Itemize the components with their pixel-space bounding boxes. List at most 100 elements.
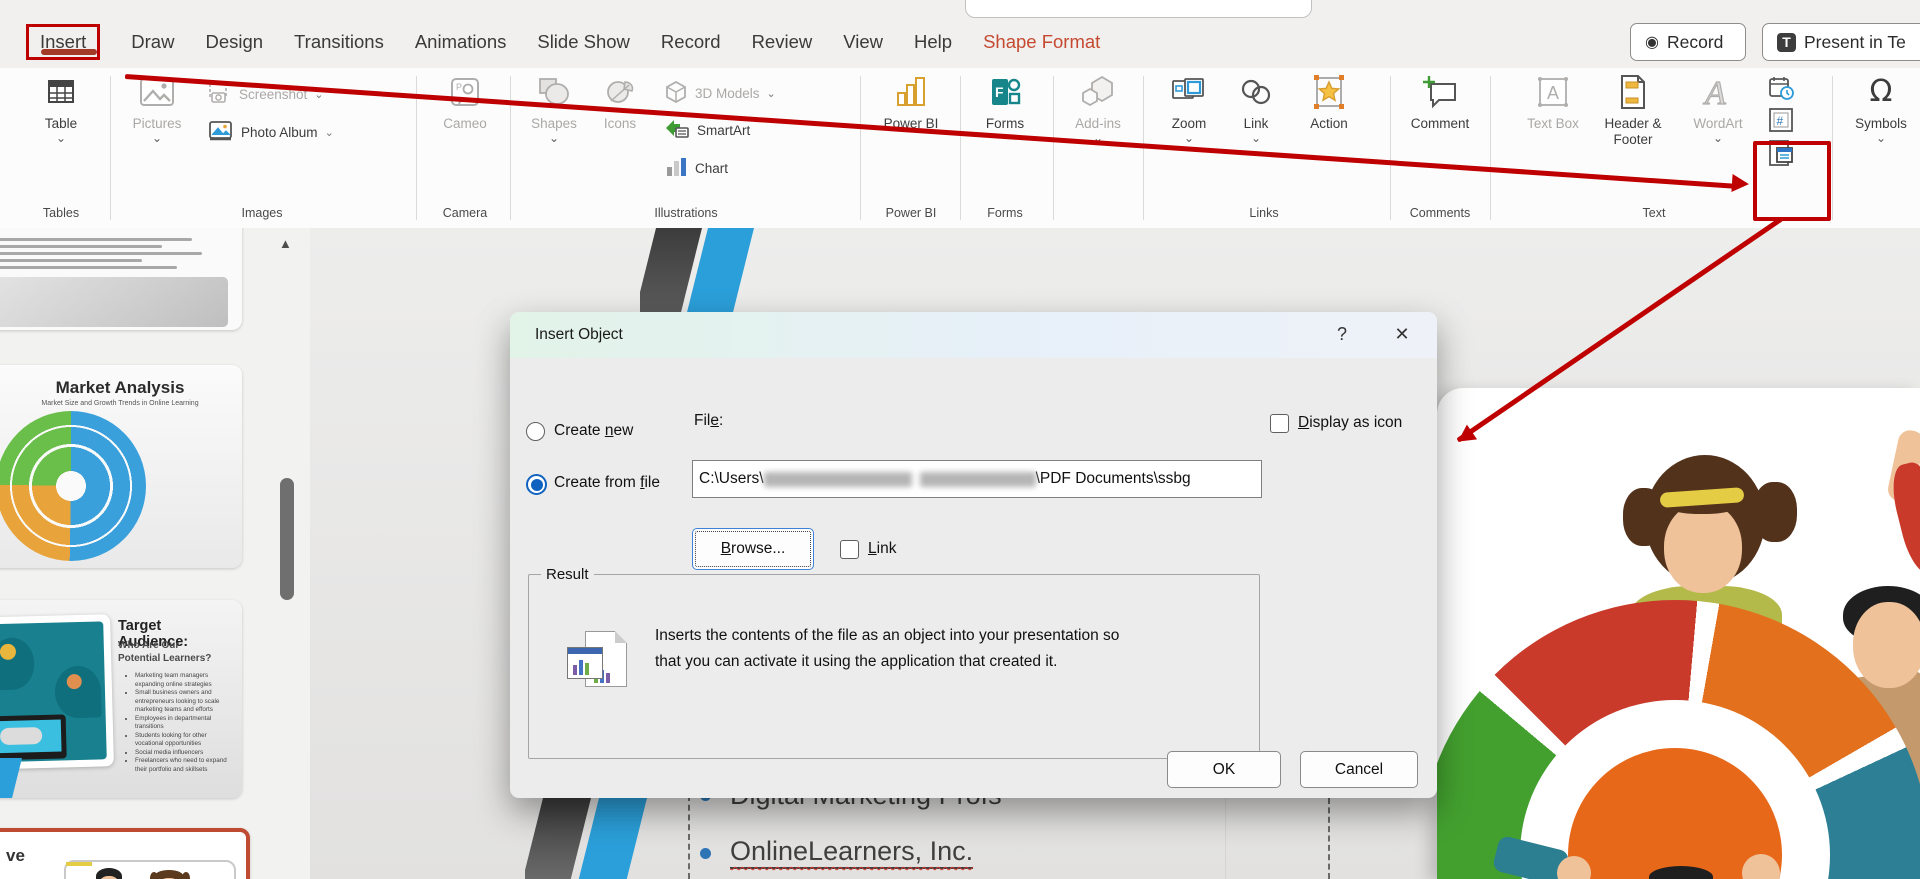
sunburst-chart bbox=[0, 411, 146, 561]
create-new-label[interactable]: Create new bbox=[554, 422, 633, 440]
zoom-button[interactable]: Zoom ⌄ bbox=[1158, 72, 1220, 146]
ok-button[interactable]: OK bbox=[1167, 751, 1281, 788]
thumb-title: Market Analysis bbox=[55, 378, 185, 397]
tab-help[interactable]: Help bbox=[912, 25, 954, 59]
dialog-close-button[interactable]: ✕ bbox=[1389, 324, 1415, 345]
record-button[interactable]: ◉ Record bbox=[1630, 23, 1746, 61]
thumbnails-scrollbar[interactable] bbox=[280, 478, 294, 600]
wheel-illustration-panel[interactable] bbox=[1437, 388, 1920, 879]
result-description-line2: that you can activate it using the appli… bbox=[655, 653, 1058, 671]
power-bi-button[interactable]: Power BI bbox=[876, 72, 946, 132]
wordart-icon: A bbox=[1700, 72, 1736, 112]
dialog-title-bar[interactable]: Insert Object bbox=[510, 312, 1437, 358]
boy-face bbox=[1853, 602, 1920, 688]
thumbnail-target-audience[interactable]: Target Audience: Who Are Our Potential L… bbox=[0, 600, 242, 798]
link-button[interactable]: Link ⌄ bbox=[1228, 72, 1284, 146]
forms-button[interactable]: F Forms bbox=[972, 72, 1038, 132]
slide-right-edge bbox=[1225, 798, 1226, 879]
thumb-bullet-list: Marketing team managers expanding online… bbox=[126, 672, 231, 774]
action-button[interactable]: Action bbox=[1292, 72, 1366, 132]
girl-pigtail-right bbox=[1753, 482, 1797, 542]
chart-button[interactable]: Chart bbox=[664, 156, 728, 181]
group-label-tables: Tables bbox=[42, 206, 80, 220]
icons-button[interactable]: Icons bbox=[592, 72, 648, 132]
chevron-down-icon: ⌄ bbox=[1250, 131, 1262, 146]
zoom-label: Zoom bbox=[1171, 116, 1207, 131]
display-as-icon-checkbox[interactable] bbox=[1270, 414, 1289, 433]
textbox-selection-border-right[interactable] bbox=[1328, 798, 1330, 879]
create-from-file-radio[interactable] bbox=[526, 474, 547, 495]
chart-label: Chart bbox=[695, 161, 729, 176]
create-new-radio[interactable] bbox=[526, 422, 545, 441]
browse-button[interactable]: Browse... bbox=[692, 528, 814, 570]
thumb-partial-text: ve bbox=[6, 846, 25, 865]
link-checkbox[interactable] bbox=[840, 540, 859, 559]
thumb-subtitle: Market Size and Growth Trends in Online … bbox=[41, 400, 199, 407]
powerpoint-window: Insert Draw Design Transitions Animation… bbox=[0, 0, 1920, 879]
3d-models-button[interactable]: 3D Models ⌄ bbox=[664, 80, 776, 107]
link-icon bbox=[1238, 72, 1274, 112]
search-box[interactable] bbox=[965, 0, 1312, 18]
tab-insert[interactable]: Insert bbox=[26, 24, 101, 60]
comment-button[interactable]: Comment bbox=[1398, 72, 1482, 132]
thumbnail-slide-intro[interactable] bbox=[0, 228, 242, 330]
tab-shape-format[interactable]: Shape Format bbox=[981, 25, 1102, 59]
tab-record[interactable]: Record bbox=[659, 25, 723, 59]
chevron-down-icon: ⌄ bbox=[1183, 131, 1195, 146]
create-from-file-label[interactable]: Create from file bbox=[554, 474, 660, 492]
tab-draw[interactable]: Draw bbox=[129, 25, 176, 59]
tab-slide-show[interactable]: Slide Show bbox=[535, 25, 632, 59]
dialog-help-button[interactable]: ? bbox=[1329, 324, 1355, 345]
date-time-button[interactable] bbox=[1764, 74, 1798, 102]
tab-view[interactable]: View bbox=[841, 25, 885, 59]
text-box-button[interactable]: A Text Box bbox=[1522, 72, 1584, 132]
symbols-button[interactable]: Ω Symbols ⌄ bbox=[1846, 72, 1916, 145]
icons-label: Icons bbox=[603, 116, 637, 131]
file-path-suffix: \PDF Documents\ssbg bbox=[1035, 470, 1191, 487]
add-ins-button[interactable]: Add-ins ⌄ bbox=[1066, 72, 1130, 144]
chevron-down-icon: ⌄ bbox=[324, 127, 334, 139]
insert-object-dialog: Insert Object ? ✕ Create new Create from… bbox=[510, 312, 1437, 798]
shapes-label: Shapes bbox=[531, 116, 577, 131]
tab-animations[interactable]: Animations bbox=[413, 25, 509, 59]
cancel-button[interactable]: Cancel bbox=[1300, 751, 1418, 788]
display-as-icon-label[interactable]: Display as icon bbox=[1298, 414, 1402, 432]
thumbnails-scroll-up-arrow[interactable]: ▲ bbox=[279, 236, 292, 251]
svg-text:A: A bbox=[1703, 75, 1726, 110]
table-button[interactable]: Table ⌄ bbox=[30, 72, 92, 144]
forms-label: Forms bbox=[985, 116, 1025, 131]
slide-number-button[interactable]: # bbox=[1764, 106, 1798, 134]
dialog-title: Insert Object bbox=[535, 326, 623, 343]
photo-album-button[interactable]: Photo Album ⌄ bbox=[208, 120, 334, 145]
file-path-prefix: C:\Users\ bbox=[699, 470, 764, 487]
tab-design[interactable]: Design bbox=[203, 25, 265, 59]
3d-models-icon bbox=[664, 80, 688, 107]
slide-logo-stripes-top bbox=[640, 228, 790, 312]
group-divider bbox=[1053, 76, 1054, 220]
link-label: Link bbox=[1243, 116, 1269, 131]
smartart-button[interactable]: SmartArt bbox=[664, 118, 750, 143]
thumbnail-market-analysis[interactable]: Market Analysis Market Size and Growth T… bbox=[0, 365, 242, 568]
tab-transitions[interactable]: Transitions bbox=[292, 25, 386, 59]
title-bar: Insert Draw Design Transitions Animation… bbox=[0, 0, 1920, 68]
photo-album-icon bbox=[208, 120, 234, 145]
tab-review[interactable]: Review bbox=[750, 25, 815, 59]
cameo-label: Cameo bbox=[443, 116, 487, 131]
link-label[interactable]: Link bbox=[868, 540, 896, 558]
header-footer-button[interactable]: Header & Footer bbox=[1592, 72, 1674, 149]
wordart-button[interactable]: A WordArt ⌄ bbox=[1682, 72, 1754, 144]
slide-bullet-2[interactable]: OnlineLearners, Inc. bbox=[730, 836, 974, 869]
group-label-power-bi: Power BI bbox=[885, 206, 937, 220]
record-button-label: Record bbox=[1666, 31, 1724, 52]
thumbnail-selected-slide[interactable]: ve bbox=[0, 828, 250, 879]
redacted-blur bbox=[763, 471, 912, 487]
teams-icon: T bbox=[1777, 32, 1796, 52]
present-in-teams-button[interactable]: T Present in Te bbox=[1762, 23, 1920, 61]
smartart-label: SmartArt bbox=[697, 123, 751, 138]
3d-models-label: 3D Models bbox=[695, 86, 760, 101]
slide-number-icon: # bbox=[1769, 108, 1793, 132]
action-icon bbox=[1312, 72, 1346, 112]
photo-album-label: Photo Album bbox=[241, 125, 318, 140]
chevron-down-icon: ⌄ bbox=[548, 131, 560, 146]
file-path-input[interactable]: C:\Users\ \PDF Documents\ssbg bbox=[692, 460, 1262, 498]
